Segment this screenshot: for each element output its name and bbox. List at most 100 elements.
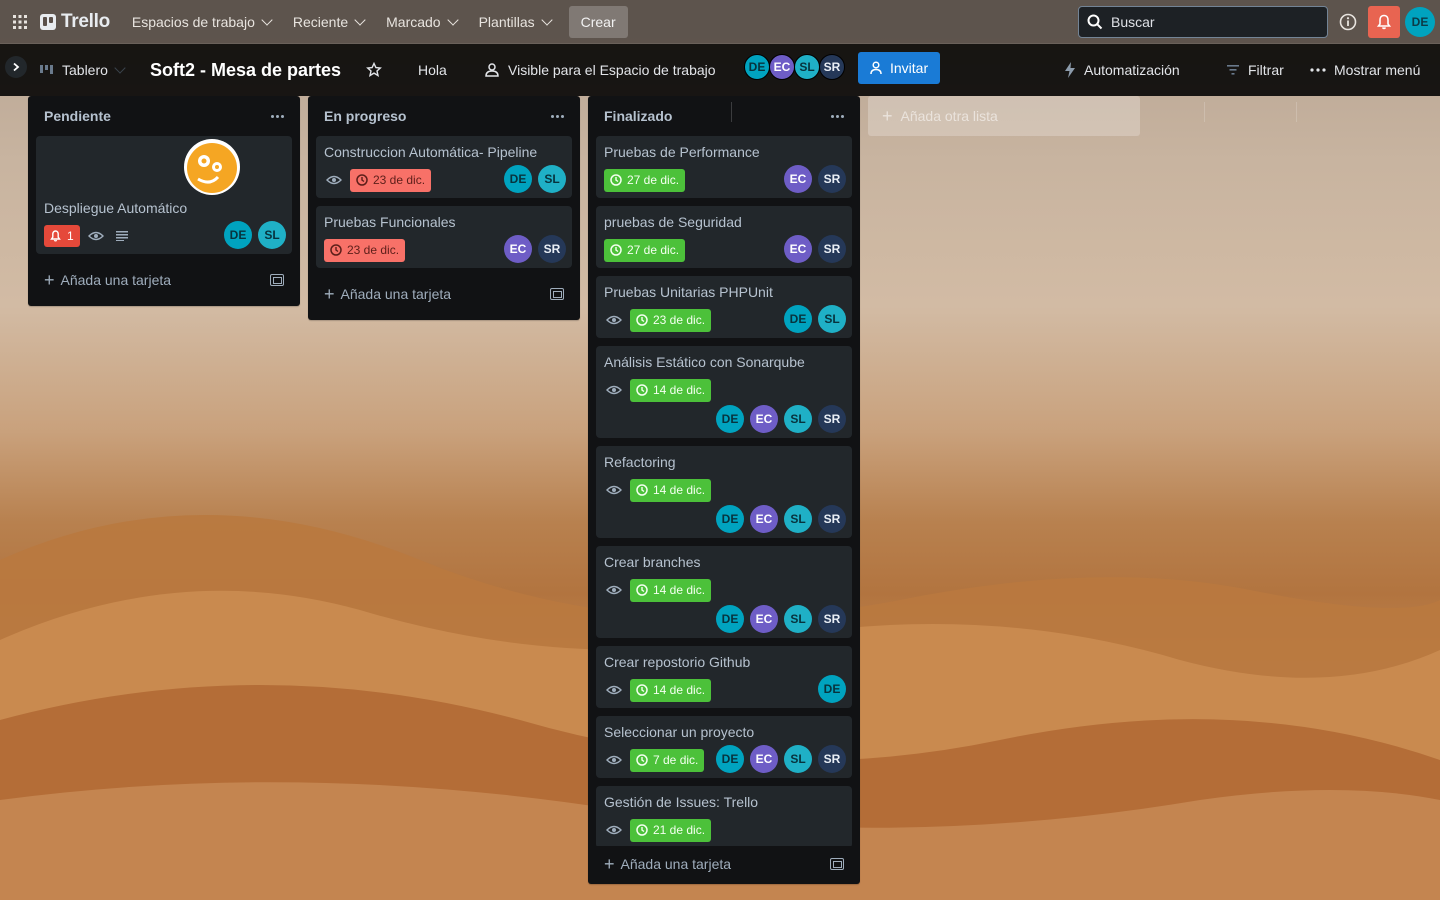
due-date-label: 27 de dic.	[627, 243, 680, 257]
due-date-badge[interactable]: 23 de dic.	[350, 168, 432, 192]
due-date-badge[interactable]: 14 de dic.	[630, 678, 712, 702]
menu-starred[interactable]: Marcado	[376, 6, 466, 38]
member-avatar[interactable]: SR	[819, 54, 845, 80]
template-icon[interactable]	[270, 274, 284, 286]
search-box[interactable]	[1078, 6, 1328, 38]
automation-button[interactable]: Automatización	[1058, 54, 1186, 86]
menu-workspaces[interactable]: Espacios de trabajo	[122, 6, 281, 38]
member-avatar[interactable]: SR	[818, 405, 846, 433]
due-date-badge[interactable]: 14 de dic.	[630, 378, 712, 402]
due-date-badge[interactable]: 14 de dic.	[630, 578, 712, 602]
member-avatar[interactable]: DE	[504, 165, 532, 193]
card[interactable]: Crear repostorio Github 14 de dic. DE	[596, 646, 852, 708]
card[interactable]: Refactoring 14 de dic. DE EC SL SR	[596, 446, 852, 538]
hola-button[interactable]: Hola	[412, 54, 453, 86]
member-avatar[interactable]: SR	[818, 745, 846, 773]
member-avatar[interactable]: EC	[750, 505, 778, 533]
show-menu-button[interactable]: Mostrar menú	[1304, 54, 1426, 86]
sidebar-expand-button[interactable]	[5, 56, 27, 78]
view-switcher[interactable]: Tablero	[34, 54, 130, 86]
member-avatar[interactable]: SL	[784, 605, 812, 633]
card[interactable]: Seleccionar un proyecto 7 de dic. DE EC …	[596, 716, 852, 778]
menu-templates[interactable]: Plantillas	[469, 6, 561, 38]
card[interactable]: pruebas de Seguridad 27 de dic. EC SR	[596, 206, 852, 268]
member-avatar[interactable]: SR	[538, 235, 566, 263]
add-card-button[interactable]: + Añada una tarjeta	[316, 276, 572, 312]
star-board-button[interactable]	[360, 54, 388, 86]
search-input[interactable]	[1111, 14, 1311, 30]
member-avatar[interactable]: SL	[818, 305, 846, 333]
member-avatar[interactable]: EC	[504, 235, 532, 263]
due-date-badge[interactable]: 21 de dic.	[630, 818, 712, 842]
due-date-badge[interactable]: 7 de dic.	[630, 748, 705, 772]
member-avatar[interactable]: DE	[784, 305, 812, 333]
invite-button[interactable]: Invitar	[858, 52, 941, 84]
member-avatar[interactable]: SL	[538, 165, 566, 193]
due-date-badge[interactable]: 23 de dic.	[630, 308, 712, 332]
member-avatar[interactable]: SR	[818, 165, 846, 193]
member-avatar[interactable]: SL	[784, 745, 812, 773]
member-avatar[interactable]: EC	[750, 405, 778, 433]
bell-icon	[50, 230, 61, 242]
menu-recent[interactable]: Reciente	[283, 6, 374, 38]
card-title: pruebas de Seguridad	[604, 214, 742, 230]
member-avatar[interactable]: SR	[818, 605, 846, 633]
member-avatar[interactable]: DE	[716, 505, 744, 533]
visibility-button[interactable]: Visible para el Espacio de trabajo	[478, 54, 722, 86]
information-button[interactable]	[1336, 10, 1360, 34]
member-avatar[interactable]: DE	[744, 54, 770, 80]
card[interactable]: Construccion Automática- Pipeline 23 de …	[316, 136, 572, 198]
member-avatar[interactable]: DE	[716, 405, 744, 433]
add-card-button[interactable]: + Añada una tarjeta	[596, 846, 852, 882]
member-avatar[interactable]: SL	[784, 505, 812, 533]
member-avatar[interactable]: SL	[794, 54, 820, 80]
list-actions-icon[interactable]	[831, 114, 844, 118]
board-title[interactable]: Soft2 - Mesa de partes	[150, 54, 341, 86]
filter-button[interactable]: Filtrar	[1220, 54, 1290, 86]
template-icon[interactable]	[550, 288, 564, 300]
member-avatar[interactable]: DE	[716, 745, 744, 773]
member-avatar[interactable]: EC	[769, 54, 795, 80]
list-header[interactable]: Finalizado	[596, 96, 852, 136]
card[interactable]: Despliegue Automático 1 DE SL	[36, 136, 292, 254]
due-date-badge[interactable]: 23 de dic.	[324, 238, 406, 262]
member-avatar[interactable]: DE	[818, 675, 846, 703]
chevron-right-icon	[13, 62, 20, 72]
card[interactable]: Pruebas Funcionales 23 de dic. EC SR	[316, 206, 572, 268]
due-date-badge[interactable]: 27 de dic.	[604, 238, 686, 262]
list-cards-scroll[interactable]: Pruebas de Performance 27 de dic. EC SR …	[596, 136, 852, 846]
list-title: En progreso	[324, 108, 407, 124]
user-avatar[interactable]: DE	[1405, 7, 1435, 37]
notifications-button[interactable]	[1368, 6, 1400, 38]
list-header[interactable]: Pendiente	[36, 96, 292, 136]
create-button[interactable]: Crear	[568, 5, 628, 38]
list-header[interactable]: En progreso	[316, 96, 572, 136]
card[interactable]: Gestión de Issues: Trello 21 de dic.	[596, 786, 852, 846]
add-list-button[interactable]: + Añada otra lista	[868, 96, 1140, 136]
due-date-badge[interactable]: 14 de dic.	[630, 478, 712, 502]
template-icon[interactable]	[830, 858, 844, 870]
member-avatar[interactable]: EC	[784, 165, 812, 193]
card[interactable]: Pruebas de Performance 27 de dic. EC SR	[596, 136, 852, 198]
due-date-label: 14 de dic.	[653, 383, 706, 397]
app-switcher-button[interactable]	[0, 0, 40, 44]
member-avatar[interactable]: SR	[818, 235, 846, 263]
due-date-badge[interactable]: 27 de dic.	[604, 168, 686, 192]
list-actions-icon[interactable]	[271, 114, 284, 118]
trello-logo[interactable]: Trello	[40, 6, 120, 38]
member-avatar[interactable]: EC	[750, 605, 778, 633]
card[interactable]: Crear branches 14 de dic. DE EC SL SR	[596, 546, 852, 638]
member-avatar[interactable]: DE	[716, 605, 744, 633]
add-card-button[interactable]: + Añada una tarjeta	[36, 262, 292, 298]
add-card-label: Añada una tarjeta	[340, 286, 452, 302]
list-actions-icon[interactable]	[551, 114, 564, 118]
member-avatar[interactable]: SL	[784, 405, 812, 433]
member-avatar[interactable]: EC	[784, 235, 812, 263]
member-avatar[interactable]: EC	[750, 745, 778, 773]
card[interactable]: Pruebas Unitarias PHPUnit 23 de dic. DE …	[596, 276, 852, 338]
member-avatar[interactable]: SR	[818, 505, 846, 533]
member-avatar[interactable]: DE	[224, 221, 252, 249]
card-members: DE SL	[504, 165, 566, 193]
card[interactable]: Análisis Estático con Sonarqube 14 de di…	[596, 346, 852, 438]
member-avatar[interactable]: SL	[258, 221, 286, 249]
